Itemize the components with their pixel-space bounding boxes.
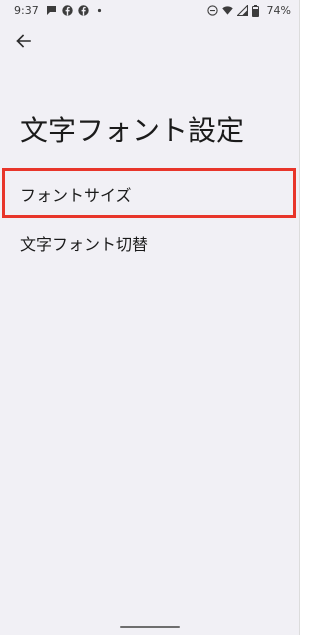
wifi-icon [221, 5, 233, 17]
facebook-icon [78, 5, 89, 16]
do-not-disturb-icon [206, 5, 218, 17]
system-status-icons: 74% [206, 4, 291, 17]
dot-icon [94, 5, 105, 16]
arrow-back-icon [15, 33, 31, 53]
facebook-icon [62, 5, 73, 16]
settings-screen: 9:37 74% 文字フォント設定 フォントサイズ 文字フォント切替 [0, 0, 300, 635]
signal-icon [236, 5, 248, 17]
chat-bubble-icon [46, 5, 57, 16]
notification-icons [46, 5, 105, 16]
settings-item-font-size[interactable]: フォントサイズ [0, 172, 299, 216]
back-button[interactable] [12, 32, 34, 54]
settings-item-label: 文字フォント切替 [20, 235, 149, 254]
battery-icon [251, 4, 263, 17]
page-title: 文字フォント設定 [20, 114, 245, 147]
status-bar: 9:37 74% [0, 0, 299, 22]
status-time: 9:37 [14, 4, 39, 17]
home-indicator[interactable] [120, 626, 180, 628]
settings-item-font-switch[interactable]: 文字フォント切替 [0, 221, 299, 265]
battery-percent: 74% [266, 4, 291, 17]
settings-item-label: フォントサイズ [20, 186, 132, 205]
